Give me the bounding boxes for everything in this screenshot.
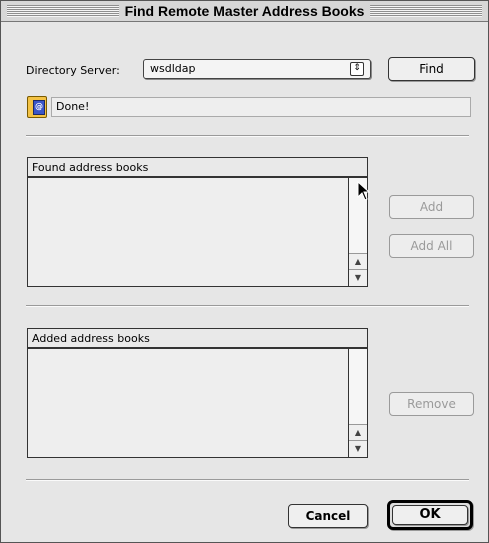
scroll-up-arrow-icon[interactable]: ▲ bbox=[349, 424, 367, 441]
title-bar[interactable]: Find Remote Master Address Books bbox=[1, 1, 488, 22]
found-address-books-list[interactable]: Found address books ▲ ▼ bbox=[27, 157, 368, 287]
found-list-header-label: Found address books bbox=[32, 161, 149, 174]
ok-button[interactable]: OK bbox=[392, 505, 468, 525]
added-list-header-label: Added address books bbox=[32, 332, 150, 345]
directory-server-popup[interactable]: wsdldap ⇕ bbox=[143, 59, 371, 79]
remove-button[interactable]: Remove bbox=[389, 392, 474, 416]
added-list-header: Added address books bbox=[28, 329, 367, 349]
up-down-arrows-icon: ⇕ bbox=[350, 62, 364, 76]
cancel-button[interactable]: Cancel bbox=[288, 504, 368, 528]
dialog-window: Find Remote Master Address Books Directo… bbox=[0, 0, 489, 543]
directory-server-label: Directory Server: bbox=[26, 64, 120, 77]
status-text: Done! bbox=[56, 100, 90, 113]
found-list-header: Found address books bbox=[28, 158, 367, 178]
scroll-down-arrow-icon[interactable]: ▼ bbox=[349, 440, 367, 457]
ok-button-default-ring[interactable]: OK bbox=[387, 500, 473, 530]
add-all-button[interactable]: Add All bbox=[389, 234, 474, 258]
added-list-scrollbar[interactable]: ▲ ▼ bbox=[348, 349, 367, 457]
status-field: Done! bbox=[51, 97, 471, 117]
directory-server-value: wsdldap bbox=[150, 62, 196, 75]
scroll-up-arrow-icon[interactable]: ▲ bbox=[349, 253, 367, 270]
address-book-icon: @ bbox=[27, 96, 47, 118]
window-title: Find Remote Master Address Books bbox=[118, 1, 371, 21]
mouse-pointer-icon bbox=[357, 181, 371, 201]
separator bbox=[26, 135, 469, 137]
added-address-books-list[interactable]: Added address books ▲ ▼ bbox=[27, 328, 368, 458]
separator bbox=[26, 479, 469, 481]
add-button[interactable]: Add bbox=[389, 195, 474, 219]
find-button[interactable]: Find bbox=[388, 57, 475, 81]
separator bbox=[26, 305, 469, 307]
scroll-down-arrow-icon[interactable]: ▼ bbox=[349, 269, 367, 286]
